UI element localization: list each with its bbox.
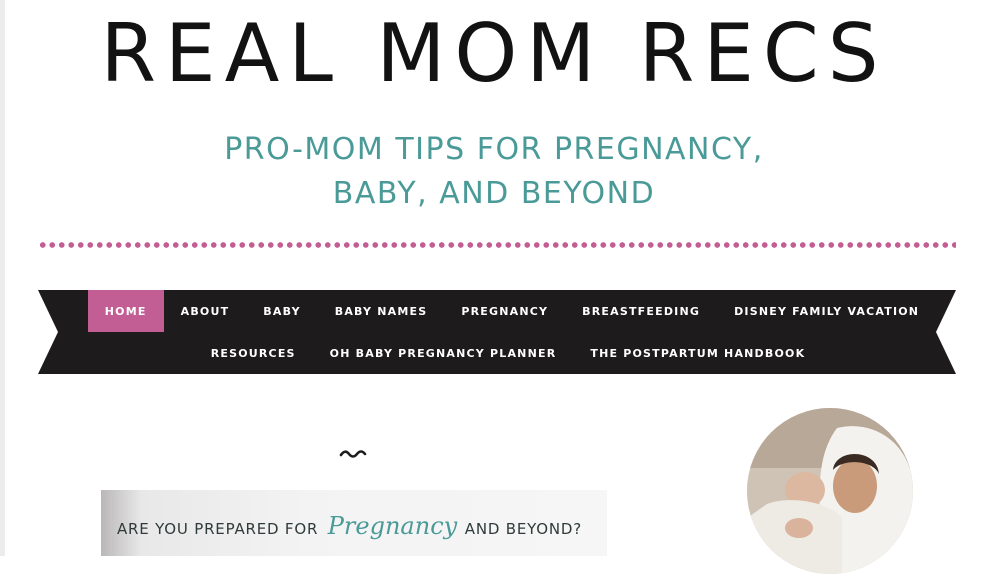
banner-text-after: AND BEYOND? <box>464 520 583 538</box>
banner-text-before: ARE YOU PREPARED FOR <box>117 520 319 538</box>
banner-script-word: Pregnancy <box>327 512 458 540</box>
nav-item-baby-names[interactable]: BABY NAMES <box>318 290 445 332</box>
site-tagline: PRO-MOM TIPS FOR PREGNANCY, BABY, AND BE… <box>0 128 988 216</box>
nav-item-the-postpartum-handbook[interactable]: THE POSTPARTUM HANDBOOK <box>573 332 822 374</box>
author-photo <box>747 408 913 574</box>
nav-item-about[interactable]: ABOUT <box>164 290 247 332</box>
site-title[interactable]: REAL MOM RECS <box>0 8 988 100</box>
nav-row-2: RESOURCES OH BABY PREGNANCY PLANNER THE … <box>38 332 956 374</box>
nav-item-disney-family-vacation[interactable]: DISNEY FAMILY VACATION <box>717 290 936 332</box>
nav-item-oh-baby-pregnancy-planner[interactable]: OH BABY PREGNANCY PLANNER <box>313 332 574 374</box>
squiggle-divider-icon <box>339 450 367 458</box>
tagline-line-2: BABY, AND BEYOND <box>332 176 656 211</box>
main-navigation: HOME ABOUT BABY BABY NAMES PREGNANCY BRE… <box>38 290 956 374</box>
banner-headline: ARE YOU PREPARED FOR Pregnancy AND BEYON… <box>117 512 582 540</box>
nav-item-baby[interactable]: BABY <box>246 290 317 332</box>
nav-item-pregnancy[interactable]: PREGNANCY <box>444 290 565 332</box>
tagline-line-1: PRO-MOM TIPS FOR PREGNANCY, <box>224 132 764 167</box>
author-avatar[interactable] <box>747 408 913 574</box>
nav-item-breastfeeding[interactable]: BREASTFEEDING <box>565 290 717 332</box>
nav-item-resources[interactable]: RESOURCES <box>194 332 313 374</box>
nav-item-home[interactable]: HOME <box>87 290 164 332</box>
dotted-divider <box>38 241 956 249</box>
nav-row-1: HOME ABOUT BABY BABY NAMES PREGNANCY BRE… <box>38 290 956 332</box>
promo-banner[interactable]: ARE YOU PREPARED FOR Pregnancy AND BEYON… <box>101 490 607 556</box>
